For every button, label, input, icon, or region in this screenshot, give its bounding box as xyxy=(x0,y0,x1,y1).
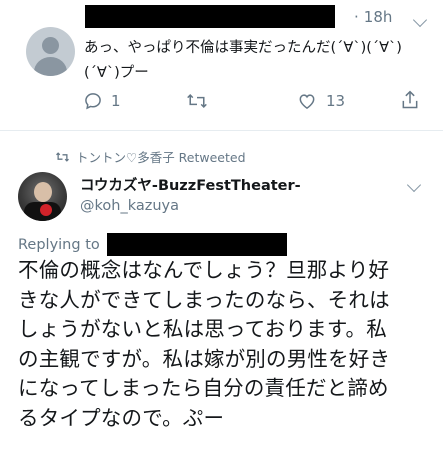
default-avatar-icon[interactable] xyxy=(26,27,75,76)
tweet1-text: あっ、やっぱり不倫は事実だったんだ(´∀`)(´∀`)(´∀`)プー xyxy=(84,40,402,81)
retweet-icon xyxy=(187,93,207,109)
user-handle[interactable]: @koh_kazuya xyxy=(80,198,179,214)
reply-button[interactable]: 1 xyxy=(83,91,121,111)
share-button[interactable] xyxy=(400,89,420,111)
chevron-down-icon[interactable] xyxy=(412,12,428,28)
retweeted-by-label[interactable]: トントン♡多香子 Retweeted xyxy=(55,147,246,166)
avatar[interactable] xyxy=(18,172,67,221)
redacted-reply-target xyxy=(107,233,287,256)
redacted-user-name xyxy=(85,5,335,28)
reply-icon xyxy=(85,93,101,110)
reply-count: 1 xyxy=(111,92,121,110)
tweet1-timestamp[interactable]: · 18h xyxy=(354,8,392,26)
chevron-down-icon[interactable] xyxy=(406,177,422,193)
like-count: 13 xyxy=(326,92,346,110)
retweet-button[interactable] xyxy=(186,91,208,111)
retweet-small-icon xyxy=(56,151,69,162)
like-button[interactable]: 13 xyxy=(297,91,345,111)
replying-to-label: Replying to xyxy=(18,237,100,253)
display-name[interactable]: コウカズヤ-BuzzFestTheater- xyxy=(80,174,301,195)
tweet2-text: 不倫の概念はなんでしょう？旦那より好 きな人ができてしまったのなら、それは しょ… xyxy=(18,258,391,430)
like-icon xyxy=(299,94,315,109)
share-icon xyxy=(402,90,418,109)
tweet-divider xyxy=(0,130,443,131)
